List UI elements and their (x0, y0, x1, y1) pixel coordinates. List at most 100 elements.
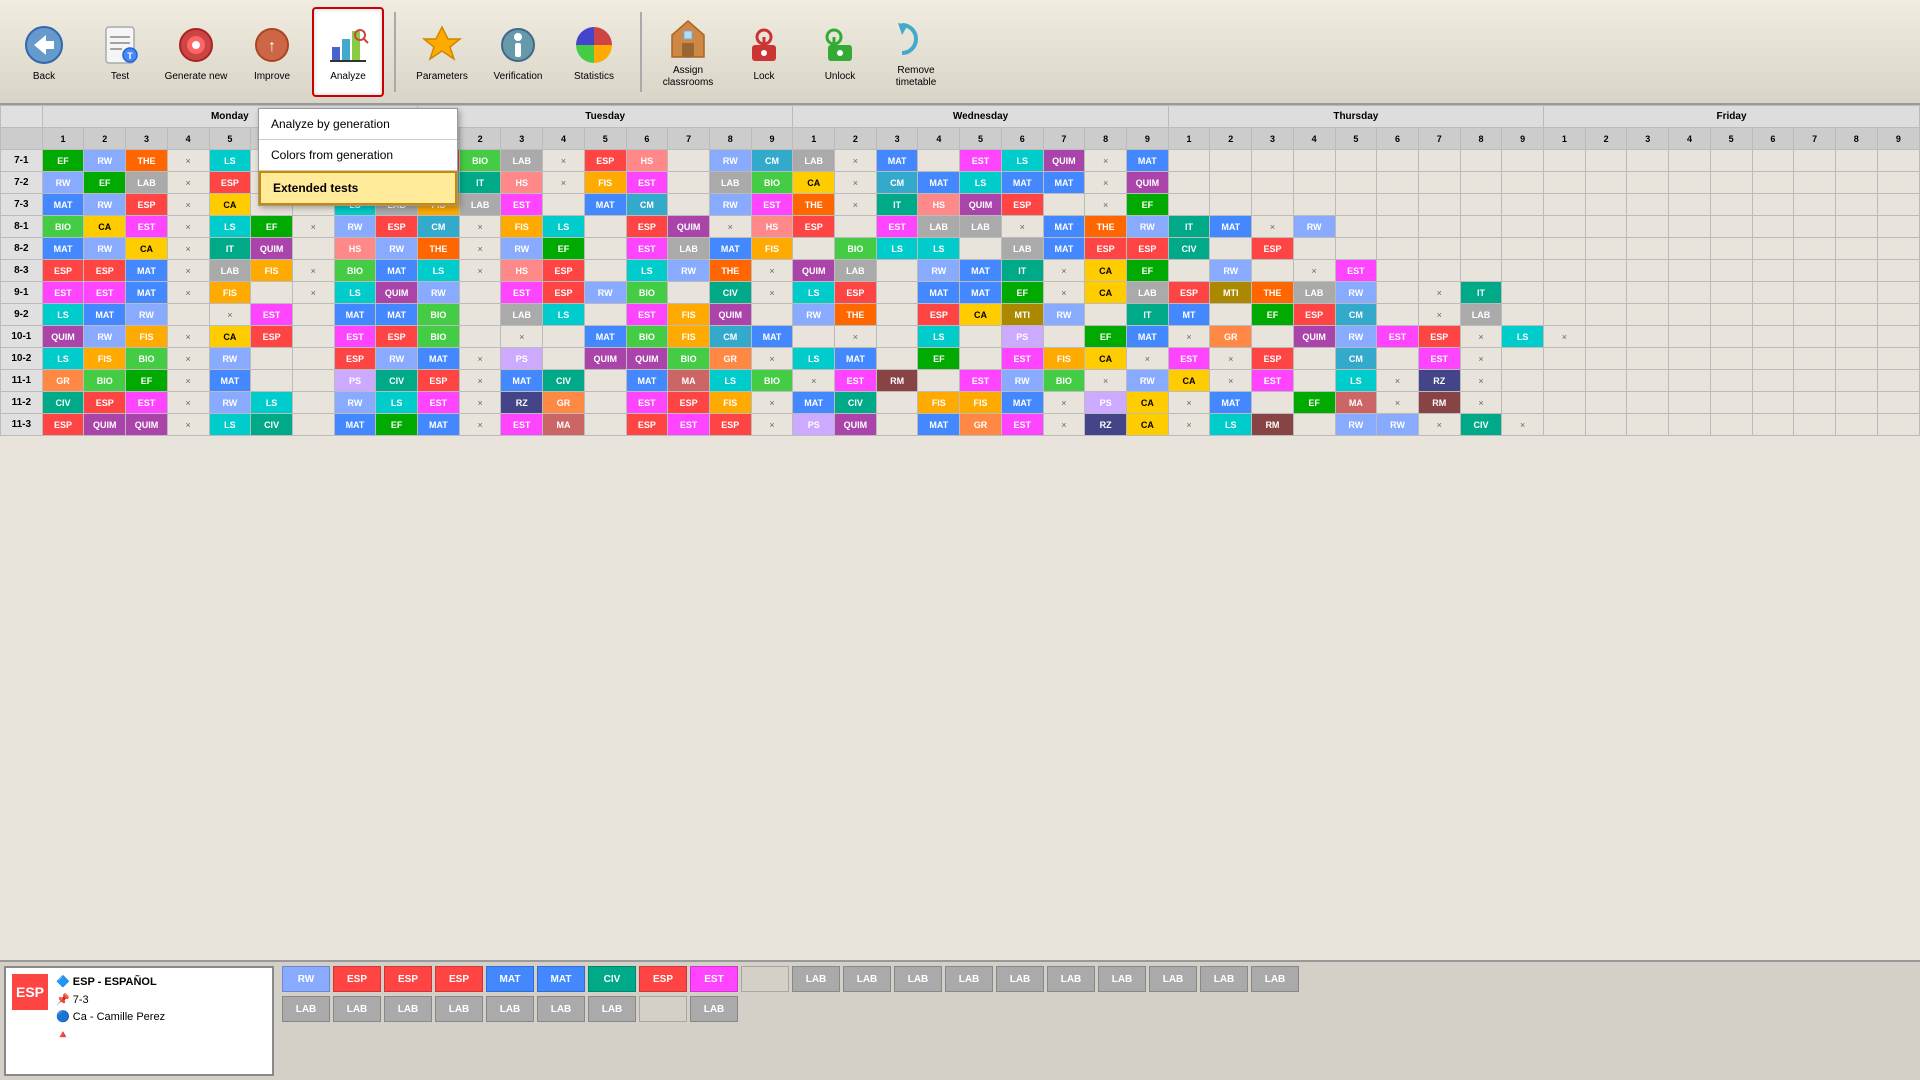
schedule-cell[interactable]: CIV (42, 392, 84, 414)
schedule-cell[interactable]: IT (1126, 304, 1168, 326)
schedule-cell[interactable]: CIV (1168, 238, 1210, 260)
slot-esp-3[interactable]: ESP (435, 966, 483, 992)
schedule-cell[interactable]: RM (1252, 414, 1294, 436)
lock-button[interactable]: Lock (728, 7, 800, 97)
schedule-cell[interactable]: LAB (1001, 238, 1043, 260)
schedule-cell[interactable]: EST (1168, 348, 1210, 370)
schedule-cell[interactable]: MAT (918, 282, 960, 304)
schedule-cell[interactable]: EF (1126, 260, 1168, 282)
schedule-cell[interactable]: LS (918, 238, 960, 260)
schedule-cell[interactable]: BIO (418, 326, 460, 348)
schedule-cell[interactable]: LS (793, 348, 835, 370)
schedule-cell[interactable]: EST (126, 392, 168, 414)
schedule-cell[interactable]: CA (1126, 392, 1168, 414)
schedule-cell[interactable]: × (167, 194, 209, 216)
schedule-cell[interactable]: RZ (1418, 370, 1460, 392)
schedule-cell[interactable]: RW (1126, 370, 1168, 392)
analyze-button[interactable]: Analyze (312, 7, 384, 97)
schedule-cell[interactable]: RZ (501, 392, 543, 414)
schedule-cell[interactable]: LS (1210, 414, 1252, 436)
slot-lab-6[interactable]: LAB (1047, 966, 1095, 992)
parameters-button[interactable]: Parameters (406, 7, 478, 97)
schedule-cell[interactable]: GR (1210, 326, 1252, 348)
schedule-cell[interactable]: × (167, 282, 209, 304)
schedule-cell[interactable]: EF (1293, 392, 1335, 414)
schedule-cell[interactable]: × (292, 260, 334, 282)
schedule-cell[interactable]: BIO (626, 326, 668, 348)
schedule-cell[interactable]: QUIM (84, 414, 126, 436)
schedule-cell[interactable]: LAB (1293, 282, 1335, 304)
schedule-cell[interactable]: LS (1001, 150, 1043, 172)
slot-lab-b1[interactable]: LAB (282, 996, 330, 1022)
schedule-cell[interactable]: RW (209, 348, 251, 370)
schedule-cell[interactable]: FIS (251, 260, 293, 282)
schedule-cell[interactable]: MAT (1126, 150, 1168, 172)
schedule-cell[interactable]: LS (793, 282, 835, 304)
schedule-container[interactable]: Monday Tuesday Wednesday Thursday Friday… (0, 105, 1920, 960)
schedule-cell[interactable]: ESP (835, 282, 877, 304)
schedule-cell[interactable]: MTI (1001, 304, 1043, 326)
schedule-cell[interactable]: × (751, 392, 793, 414)
dropdown-item-colors-generation[interactable]: Colors from generation (259, 140, 457, 170)
schedule-cell[interactable]: HS (501, 172, 543, 194)
schedule-cell[interactable]: LAB (1126, 282, 1168, 304)
schedule-cell[interactable]: RW (1043, 304, 1085, 326)
schedule-cell[interactable]: ESP (126, 194, 168, 216)
statistics-button[interactable]: Statistics (558, 7, 630, 97)
schedule-cell[interactable]: MAT (918, 172, 960, 194)
schedule-cell[interactable]: × (167, 348, 209, 370)
schedule-cell[interactable]: MAT (584, 194, 626, 216)
schedule-cell[interactable]: EF (376, 414, 418, 436)
schedule-cell[interactable]: EST (626, 238, 668, 260)
schedule-cell[interactable]: RW (209, 392, 251, 414)
schedule-cell[interactable]: EST (1001, 414, 1043, 436)
assign-classrooms-button[interactable]: Assign classrooms (652, 7, 724, 97)
schedule-cell[interactable]: CIV (709, 282, 751, 304)
slot-lab-b5[interactable]: LAB (486, 996, 534, 1022)
schedule-cell[interactable]: QUIM (626, 348, 668, 370)
schedule-cell[interactable]: FIS (709, 392, 751, 414)
schedule-cell[interactable]: × (1418, 304, 1460, 326)
schedule-cell[interactable]: MAT (376, 260, 418, 282)
schedule-cell[interactable]: RW (84, 238, 126, 260)
schedule-cell[interactable]: MAT (1001, 172, 1043, 194)
schedule-cell[interactable]: EST (626, 172, 668, 194)
schedule-cell[interactable]: BIO (751, 172, 793, 194)
test-button[interactable]: T Test (84, 7, 156, 97)
schedule-cell[interactable]: × (459, 260, 501, 282)
schedule-cell[interactable]: THE (1252, 282, 1294, 304)
schedule-cell[interactable]: ESP (1126, 238, 1168, 260)
schedule-cell[interactable]: BIO (84, 370, 126, 392)
schedule-cell[interactable]: EST (1418, 348, 1460, 370)
schedule-cell[interactable]: × (1418, 414, 1460, 436)
schedule-cell[interactable]: × (1460, 348, 1502, 370)
schedule-cell[interactable]: LS (1502, 326, 1544, 348)
schedule-cell[interactable]: × (1460, 326, 1502, 348)
schedule-cell[interactable]: ESP (626, 216, 668, 238)
schedule-cell[interactable]: RW (668, 260, 710, 282)
schedule-cell[interactable]: ESP (1418, 326, 1460, 348)
schedule-cell[interactable]: ESP (918, 304, 960, 326)
schedule-cell[interactable]: LAB (501, 304, 543, 326)
schedule-cell[interactable]: RW (584, 282, 626, 304)
schedule-cell[interactable]: LAB (126, 172, 168, 194)
schedule-cell[interactable]: MAT (1043, 216, 1085, 238)
schedule-cell[interactable]: ESP (376, 326, 418, 348)
schedule-cell[interactable]: MAT (501, 370, 543, 392)
schedule-cell[interactable]: PS (793, 414, 835, 436)
schedule-cell[interactable]: × (835, 150, 877, 172)
slot-lab-b2[interactable]: LAB (333, 996, 381, 1022)
schedule-cell[interactable]: CM (709, 326, 751, 348)
schedule-cell[interactable]: LAB (960, 216, 1002, 238)
schedule-cell[interactable]: GR (709, 348, 751, 370)
schedule-cell[interactable]: × (209, 304, 251, 326)
schedule-cell[interactable]: MAT (126, 260, 168, 282)
schedule-cell[interactable]: MAT (42, 194, 84, 216)
schedule-cell[interactable]: × (1085, 172, 1127, 194)
schedule-cell[interactable]: LAB (501, 150, 543, 172)
verification-button[interactable]: Verification (482, 7, 554, 97)
schedule-cell[interactable]: BIO (626, 282, 668, 304)
dropdown-item-analyze-generation[interactable]: Analyze by generation (259, 109, 457, 139)
schedule-cell[interactable]: MAT (42, 238, 84, 260)
schedule-cell[interactable]: QUIM (42, 326, 84, 348)
